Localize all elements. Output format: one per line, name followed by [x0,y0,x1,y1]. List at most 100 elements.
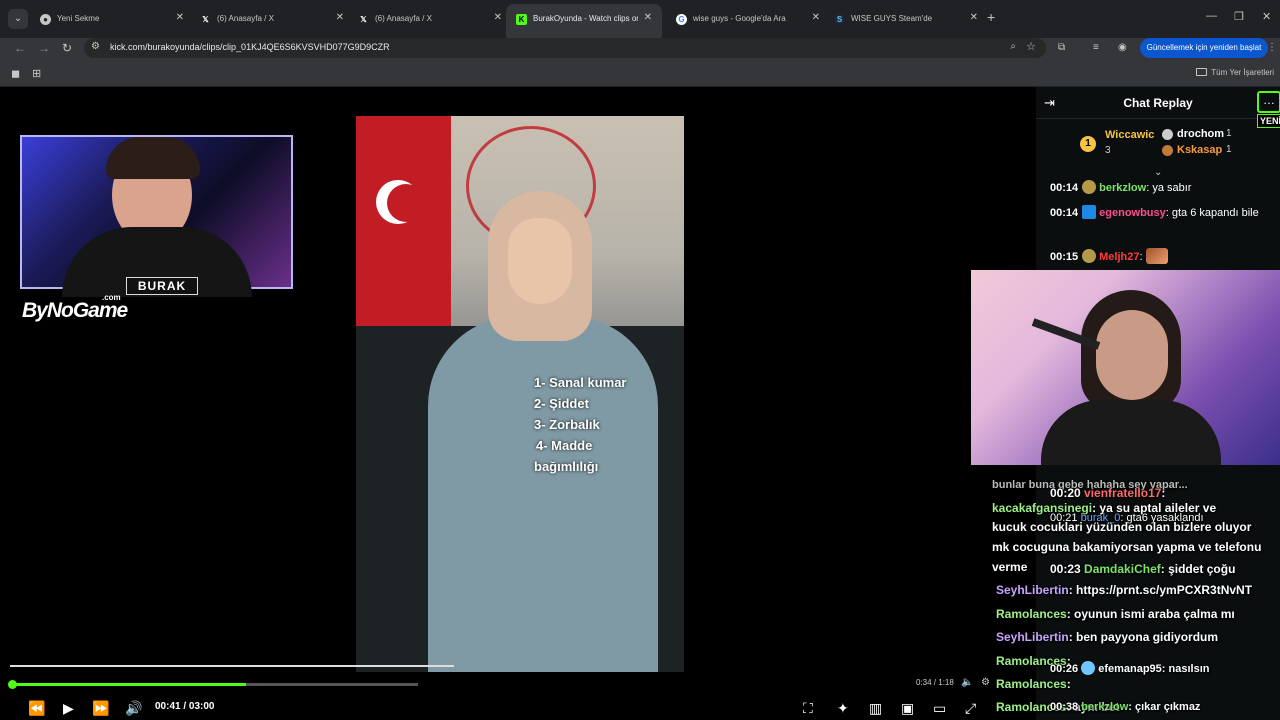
overlay-text: : [1161,486,1166,500]
overlay-time: 00:38 [1050,701,1079,713]
play-icon[interactable]: ▶ [63,700,74,717]
theater-icon[interactable]: ▭ [933,700,946,717]
sparkle-icon[interactable]: ✦ [837,700,849,717]
overlay-chat-line: 00:26 efemanap95: nasılsın [1050,661,1280,677]
overlay-chat-line: Ramolances: oyunun ismi araba çalma mı [996,606,1280,622]
inner-settings-icon[interactable]: ⚙ [981,677,990,688]
tab-x-1[interactable]: 𝕏 (6) Anasayfa / X ✕ [190,6,354,33]
apps-grid-icon[interactable]: ⊞ [32,67,41,80]
caption-item: 4- Madde [536,438,593,453]
zoom-icon[interactable]: ⌕ [1010,41,1016,52]
close-icon[interactable]: ✕ [644,12,652,23]
chrome-icon: ● [40,14,51,25]
overlay-user: Ramolances [996,607,1067,621]
close-icon[interactable]: ✕ [812,12,820,23]
maximize-button[interactable]: ❐ [1234,10,1244,23]
leader-1-count: 3 [1105,145,1111,156]
chat-message: 00:14 egenowbusy: gta 6 kapandı bile [1050,204,1274,222]
extensions-icon[interactable]: ⧉ [1058,42,1065,53]
update-button[interactable]: Güncellemek için yeniden başlat [1140,38,1268,58]
bookmark-star-icon[interactable]: ☆ [1026,40,1036,53]
stats-icon[interactable]: ▥ [869,700,882,717]
current-time: 00:41 [155,701,181,712]
video-player[interactable]: BURAK ByNoGame .com 1- Sanal kumar 2- Şid… [0,87,1036,720]
folder-icon [1196,68,1208,76]
menu-icon[interactable]: ⋮ [1267,42,1277,53]
message-user[interactable]: berkzlow [1099,182,1146,194]
pip-icon[interactable]: ▣ [901,700,914,717]
rewind-icon[interactable]: ⏪ [28,700,45,717]
tab-x-2[interactable]: 𝕏 (6) Anasayfa / X ✕ [348,6,512,33]
forward-icon[interactable]: → [38,41,50,55]
chat-header: ⇥ Chat Replay … [1036,87,1280,119]
leader-3-count: 1 [1226,144,1232,155]
overlay-brand-name: BURAK [126,277,198,295]
browser-tab-strip: ⌄ ● Yeni Sekme ✕ 𝕏 (6) Anasayfa / X ✕ 𝕏 … [0,0,1280,38]
webcam-person-body [1041,400,1221,465]
clip-icon[interactable]: ⛶ [803,700,813,717]
all-bookmarks-button[interactable]: Tüm Yer İşaretleri [1196,68,1274,77]
chat-message: 00:15 Meljh27: [1050,248,1274,266]
minimize-button[interactable]: — [1206,10,1217,22]
overlay-chat-line: SeyhLibertin: ben payyona gidiyordum [996,629,1280,645]
chat-leaderboard: 1 Wiccawic 3 drochom 1 Kskasap 1 [1036,125,1280,165]
close-icon[interactable]: ✕ [336,12,344,23]
chat-more-button[interactable]: … [1257,91,1280,113]
message-user[interactable]: Meljh27 [1099,251,1139,263]
overlay-text: : oyunun ismi araba çalma mı [1066,607,1235,621]
second-webcam-overlay [971,270,1280,465]
time-separator: / [183,701,187,712]
message-text: : gta 6 kapandı bile [1165,207,1259,219]
inner-volume-icon[interactable]: 🔈 [961,677,973,688]
overlay-logo-text: ByNoGame [22,299,128,322]
leader-3-name[interactable]: Kskasap [1177,144,1222,156]
overlay-chat-line: verme [992,560,1028,574]
overlay-text: : nasılsın [1161,663,1210,675]
flag-graphic [356,116,451,336]
all-bookmarks-label: Tüm Yer İşaretleri [1211,68,1274,77]
overlay-chat-line: 00:38 berkzlow: çıkar çıkmaz [1050,699,1280,715]
reload-icon[interactable]: ↻ [62,41,72,55]
volume-icon[interactable]: 🔊 [125,700,142,717]
window-close-button[interactable]: ✕ [1262,10,1271,23]
user-badge-icon [1081,661,1096,675]
overlay-user: vienfratello17 [1084,486,1162,500]
tab-label: Yeni Sekme [57,14,100,23]
progress-handle[interactable] [8,680,17,689]
tab-google[interactable]: G wise guys - Google'da Ara ✕ [666,6,830,33]
total-time: 03:00 [188,701,215,712]
new-tab-button[interactable]: + [987,9,995,25]
site-info-icon[interactable]: ⚙ [91,41,100,52]
leader-2-count: 1 [1226,128,1232,139]
media-control-icon[interactable]: ≡ [1093,42,1099,53]
profile-icon[interactable]: ◉ [1118,42,1127,53]
overlay-user: berkzlow [1081,701,1129,713]
tab-kick-active[interactable]: K BurakOyunda - Watch clips on K ✕ [506,4,662,38]
video-frame[interactable]: 1- Sanal kumar 2- Şiddet 3- Zorbalık 4- … [356,116,684,672]
message-user[interactable]: egenowbusy [1099,207,1166,219]
close-icon[interactable]: ✕ [494,12,502,23]
fast-forward-icon[interactable]: ⏩ [92,700,109,717]
close-icon[interactable]: ✕ [176,12,184,23]
browser-toolbar: ← → ↻ ⚙ kick.com/burakoyunda/clips/clip_… [0,38,1280,60]
caption-item: 2- Şiddet [534,396,589,411]
overlay-chat-line: Ramolances: [996,676,1280,692]
leader-1-name[interactable]: Wiccawic [1105,129,1154,141]
google-icon: G [676,14,687,25]
tab-steam[interactable]: S WISE GUYS Steam'de ✕ [824,6,988,33]
inner-progress-bar[interactable] [10,665,454,667]
tab-search-button[interactable]: ⌄ [8,9,28,29]
time-readout: 00:41 / 03:00 [155,701,215,712]
gold-medal-icon: 1 [1080,136,1096,152]
message-time: 00:14 [1050,207,1079,219]
tab-new-tab[interactable]: ● Yeni Sekme ✕ [30,6,194,33]
leader-2-name[interactable]: drochom [1177,128,1224,140]
overlay-chat-line: 00:20 vienfratello17: [1050,485,1280,501]
back-icon[interactable]: ← [14,41,26,55]
fullscreen-icon[interactable]: ⤢ [965,700,976,717]
leader-1[interactable]: 1 [1080,133,1096,152]
expand-leaderboard-icon[interactable]: ⌄ [1154,167,1162,178]
bookmark-square-icon[interactable]: ◼ [11,67,20,80]
close-icon[interactable]: ✕ [970,12,978,23]
address-bar[interactable]: ⚙ kick.com/burakoyunda/clips/clip_01KJ4Q… [84,38,1046,58]
